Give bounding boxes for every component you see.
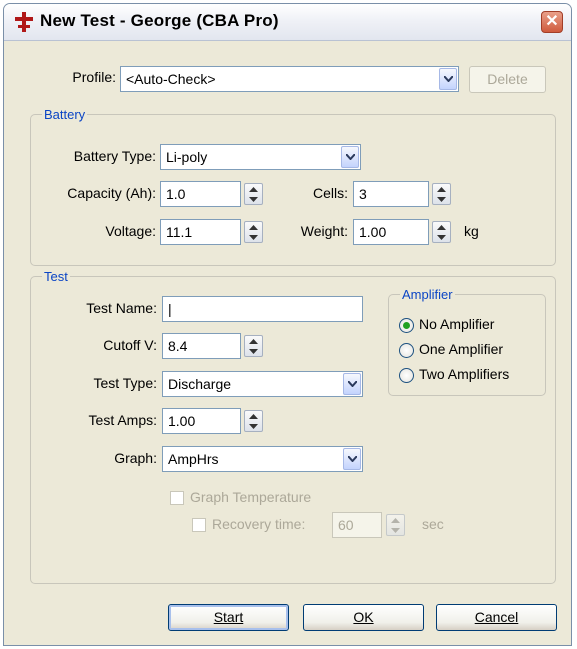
cells-input[interactable]: 3 [353,181,429,207]
weight-unit: kg [464,223,479,239]
test-name-input[interactable]: | [162,296,363,322]
test-type-label: Test Type: [93,375,157,391]
cutoff-input[interactable]: 8.4 [162,333,241,359]
test-legend: Test [42,269,70,284]
graph-value: AmpHrs [168,451,219,467]
start-button-label: Start [213,609,244,625]
graph-temperature-label: Graph Temperature [190,489,312,505]
radio-one-amplifier[interactable] [399,343,414,358]
amplifier-legend: Amplifier [400,287,455,302]
test-amps-input[interactable]: 1.00 [162,408,241,434]
battery-legend: Battery [42,107,88,122]
voltage-input[interactable]: 11.1 [160,219,241,245]
capacity-spinner[interactable] [244,183,263,205]
test-type-value: Discharge [168,376,232,392]
window-title: New Test - George (CBA Pro) [40,11,279,30]
weight-spinner[interactable] [432,221,451,243]
recovery-time-unit: sec [422,516,444,532]
chevron-down-icon[interactable] [341,146,359,168]
voltage-label: Voltage: [105,223,156,239]
cutoff-label: Cutoff V: [103,337,157,353]
two-amplifiers-label: Two Amplifiers [419,366,510,382]
test-type-select[interactable]: Discharge [162,371,363,397]
battery-type-value: Li-poly [166,149,208,165]
graph-temperature-checkbox[interactable] [170,491,184,505]
capacity-input[interactable]: 1.0 [160,181,241,207]
ok-button[interactable]: OK [303,604,424,631]
voltage-spinner[interactable] [244,221,263,243]
radio-two-amplifiers[interactable] [399,368,414,383]
graph-label: Graph: [114,450,157,466]
weight-input[interactable]: 1.00 [353,219,429,245]
battery-type-select[interactable]: Li-poly [160,144,361,170]
spinner-arrows-icon [249,414,258,429]
close-icon: ✕ [545,13,559,30]
graph-select[interactable]: AmpHrs [162,446,363,472]
test-name-label: Test Name: [86,300,157,316]
app-icon [15,12,33,32]
chevron-down-icon[interactable] [343,373,361,395]
cells-label: Cells: [312,185,348,201]
spinner-arrows-icon [249,339,258,354]
profile-label: Profile: [72,69,116,85]
weight-label: Weight: [300,223,348,239]
test-amps-label: Test Amps: [88,412,157,428]
test-amps-spinner[interactable] [244,410,263,432]
cells-spinner[interactable] [432,183,451,205]
cancel-button[interactable]: Cancel [436,604,557,631]
delete-button[interactable]: Delete [469,66,546,93]
radio-no-amplifier[interactable] [399,318,414,333]
recovery-time-label: Recovery time: [212,516,306,532]
ok-button-label: OK [353,609,374,625]
close-button[interactable]: ✕ [541,11,563,33]
no-amplifier-label: No Amplifier [419,316,495,332]
title-bar[interactable]: New Test - George (CBA Pro) ✕ [4,4,571,41]
battery-type-label: Battery Type: [73,148,156,164]
cutoff-spinner[interactable] [244,335,263,357]
spinner-arrows-icon [437,225,446,240]
spinner-arrows-icon [249,187,258,202]
recovery-time-spinner[interactable] [386,514,405,536]
chevron-down-icon[interactable] [439,68,457,90]
spinner-arrows-icon [391,518,400,533]
spinner-arrows-icon [249,225,258,240]
recovery-time-checkbox[interactable] [192,518,206,532]
capacity-label: Capacity (Ah): [67,185,156,201]
recovery-time-input[interactable]: 60 [332,512,382,538]
chevron-down-icon[interactable] [343,448,361,470]
profile-select[interactable]: <Auto-Check> [120,66,459,92]
start-button[interactable]: Start [168,604,289,631]
profile-value: <Auto-Check> [126,71,216,87]
spinner-arrows-icon [437,187,446,202]
cancel-button-label: Cancel [474,609,519,625]
one-amplifier-label: One Amplifier [419,341,504,357]
dialog-window: New Test - George (CBA Pro) ✕ Profile: <… [3,3,572,646]
